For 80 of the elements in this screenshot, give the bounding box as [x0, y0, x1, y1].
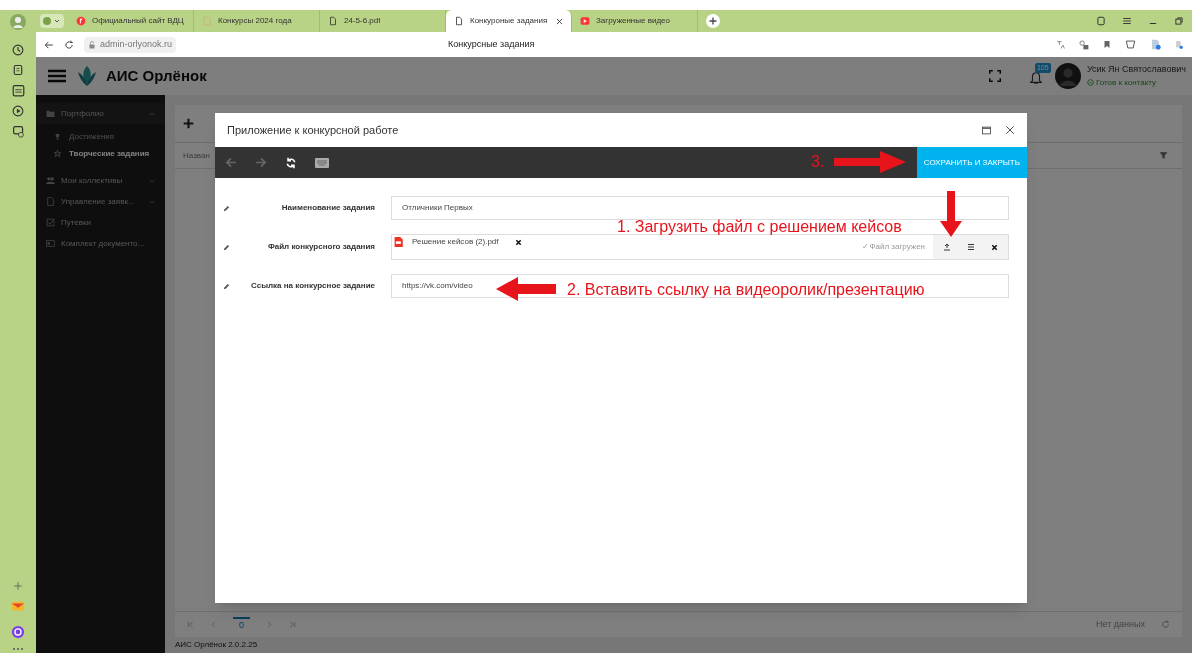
close-button[interactable]: [1005, 125, 1015, 135]
folder-icon: [46, 109, 55, 118]
document-icon: [328, 16, 338, 26]
sidebar-item[interactable]: Мои коллективы: [36, 170, 165, 191]
arrow-icon: [940, 191, 962, 237]
video-icon: [580, 16, 590, 26]
lock-icon: [88, 40, 96, 49]
more-icon: [12, 647, 24, 651]
back-button[interactable]: [44, 39, 54, 50]
maximize-button[interactable]: [982, 125, 991, 135]
new-tab-button[interactable]: [706, 14, 720, 28]
delete-button[interactable]: [991, 243, 998, 251]
dialog-title: Приложение к конкурсной работе: [227, 122, 399, 138]
keyboard-button[interactable]: [315, 157, 329, 168]
field-label: Ссылка на конкурсное задание: [250, 280, 375, 292]
annotation-text: 1. Загрузить файл с решением кейсов: [617, 217, 902, 237]
page-title: Конкурсные задания: [448, 37, 535, 51]
calendar-icon: [11, 84, 25, 97]
profile-icon: [10, 14, 26, 30]
assistant-icon: [11, 625, 25, 639]
collections-icon: [12, 64, 24, 76]
filter-button[interactable]: [1159, 151, 1168, 160]
sidebar-item[interactable]: Путевки: [36, 212, 165, 233]
caret-icon: [149, 198, 155, 205]
plus-button[interactable]: [183, 118, 194, 129]
avatar-icon: [1054, 63, 1081, 89]
arrow-icon: [834, 151, 906, 173]
page-number[interactable]: 0: [233, 616, 250, 633]
menu-button[interactable]: [1122, 16, 1132, 26]
pencil-icon: [223, 204, 230, 212]
browser-tab[interactable]: Конкуроные задания: [446, 10, 572, 32]
mail-icon: [11, 599, 25, 613]
tab-view-button[interactable]: [1096, 16, 1106, 26]
play-icon: [12, 105, 24, 117]
remove-file-button[interactable]: [514, 238, 522, 246]
input-field[interactable]: Отличники Первых: [391, 196, 1009, 220]
pdf-icon: [394, 236, 404, 248]
id-card-icon: [46, 239, 55, 248]
search-engine-icon: [76, 16, 86, 26]
history-icon: [12, 44, 24, 56]
lotus-logo-icon: [76, 64, 98, 88]
field-label: Файл конкурсного задания: [266, 241, 375, 253]
group-icon: [46, 176, 55, 185]
close-icon[interactable]: [556, 17, 563, 25]
sidebar-item[interactable]: Комплект документо...: [36, 233, 165, 254]
caret-icon: [149, 110, 155, 117]
field-label: Наименование задания: [280, 202, 375, 214]
restore-button[interactable]: [1174, 16, 1184, 26]
bell-button[interactable]: [1028, 71, 1043, 85]
fullscreen-button[interactable]: [988, 70, 1001, 82]
annotation-text: 2. Вставить ссылку на видеоролик/презентацию: [567, 280, 925, 300]
app-title: АИС Орлёнок: [106, 65, 207, 86]
sidebar-item[interactable]: Управление заявк...: [36, 191, 165, 212]
file-field[interactable]: Решение кейсов (2).pdf ✓Файл загружен: [391, 234, 1009, 260]
sidebar-item[interactable]: Портфолио: [36, 103, 165, 124]
user-name: Усик Ян Святославович: [1086, 63, 1186, 77]
book-icon: [202, 16, 212, 26]
upload-status: ✓Файл загружен: [862, 241, 925, 253]
trophy-icon: [54, 133, 61, 140]
user-status: Готов к контакту: [1095, 76, 1157, 89]
list-button[interactable]: [967, 243, 975, 251]
bookmark-icon: [1103, 40, 1111, 49]
checkbox-icon: [46, 218, 55, 227]
translate-icon: [1056, 40, 1065, 49]
caret-icon: [149, 177, 155, 184]
annotation-text: 3.: [811, 152, 825, 172]
arrow-icon: [496, 277, 556, 301]
sidebar-subitem[interactable]: Творческие задания: [36, 145, 165, 162]
reload-button[interactable]: [64, 39, 74, 50]
pencil-icon: [223, 243, 230, 251]
document-icon: [454, 16, 464, 26]
pencil-icon: [223, 282, 230, 290]
check-circle-icon: [1086, 79, 1094, 87]
document-icon: [46, 197, 55, 206]
upload-button[interactable]: [943, 243, 951, 251]
address-field[interactable]: admin-orlyonok.ru: [84, 36, 177, 53]
star-icon: [54, 150, 61, 157]
menu-button[interactable]: [48, 69, 66, 83]
version-text: АИС Орлёнок 2.0.2.25: [175, 639, 258, 651]
column-header: Назван: [183, 149, 210, 162]
